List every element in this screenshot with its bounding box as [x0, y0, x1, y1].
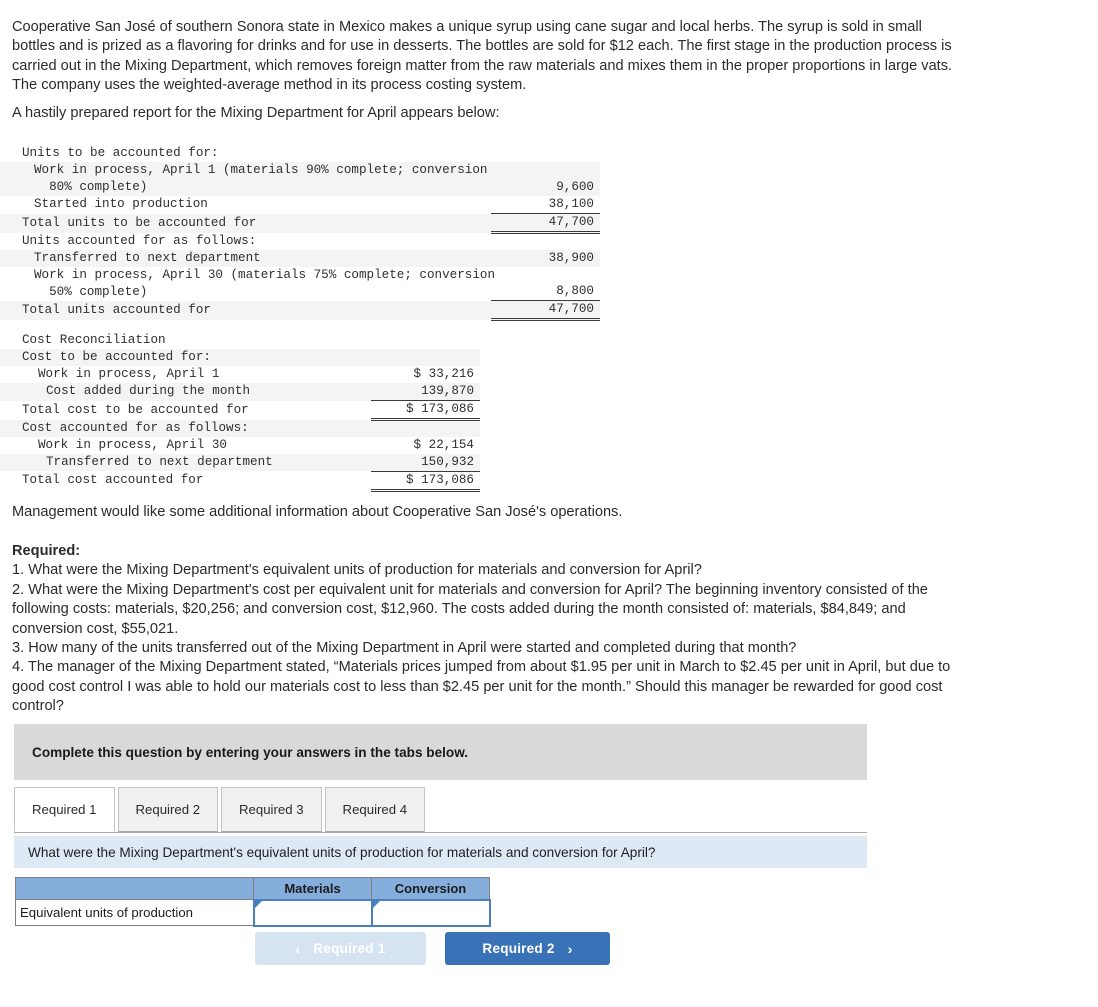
nav-buttons: ‹ Required 1 Required 2 › — [255, 932, 610, 965]
exhibit-row-value: 150,932 — [370, 453, 480, 472]
exhibit-row-label: Cost to be accounted for: — [0, 349, 371, 366]
exhibit-row-label: Work in process, April 1 (materials 90% … — [0, 162, 491, 196]
answer-grid-corner-header — [15, 877, 254, 900]
tab-label: Required 4 — [342, 802, 408, 817]
report-intro-paragraph: A hastily prepared report for the Mixing… — [12, 105, 500, 121]
required-item-4: 4. The manager of the Mixing Department … — [12, 659, 951, 715]
next-requirement-label: Required 2 — [482, 941, 555, 956]
tab-required-4[interactable]: Required 4 — [324, 787, 426, 832]
answer-grid-column-header-1: Materials — [253, 877, 372, 900]
exhibit-row-label: Transferred to next department — [0, 249, 491, 267]
question-prompt-banner: What were the Mixing Department's equiva… — [14, 836, 867, 868]
exhibit-row-value: 38,100 — [490, 196, 600, 214]
exhibit-row-label: Total cost accounted for — [22, 473, 204, 487]
exhibit-row: Units to be accounted for: — [0, 145, 600, 162]
required-item-2: 2. What were the Mixing Department's cos… — [12, 581, 928, 637]
exhibit-row-value — [491, 145, 600, 162]
prev-requirement-label: Required 1 — [313, 941, 386, 956]
materials-input[interactable] — [254, 900, 371, 925]
exhibit-row: Work in process, April 30 (materials 75%… — [0, 266, 600, 301]
exhibit-row-label: Transferred to next department — [0, 453, 371, 471]
exhibit-row: Cost Reconciliation — [0, 332, 480, 349]
exhibit-row-label: Total cost to be accounted for — [22, 402, 249, 417]
exhibit-row-value: $ 173,086 — [370, 400, 480, 421]
answer-grid-row: Equivalent units of production — [15, 898, 491, 927]
required-item-1: 1. What were the Mixing Department's equ… — [12, 562, 702, 579]
exhibit-row: Work in process, April 1 (materials 90% … — [0, 162, 600, 196]
chevron-right-icon: › — [567, 940, 573, 957]
required-block: Required: 1. What were the Mixing Depart… — [12, 542, 964, 717]
requirement-tab-strip: Required 1 Required 2 Required 3 Required 4 — [14, 787, 867, 833]
exhibit-row-label: Units accounted for as follows: — [22, 233, 257, 248]
exhibit-row-label: Work in process, April 30 — [38, 437, 227, 452]
exhibit-row-label: Cost Reconciliation — [22, 333, 166, 347]
cost-exhibit-body: Cost Reconciliation Cost to be accounted … — [0, 332, 480, 492]
exhibit-row-value: 139,870 — [370, 383, 480, 401]
tab-label: Required 1 — [32, 802, 97, 817]
exhibit-row: Cost added during the month 139,870 — [0, 383, 480, 401]
answer-grid-head: Materials Conversion — [15, 877, 490, 900]
exhibit-row: Work in process, April 1 $ 33,216 — [0, 366, 480, 383]
exhibit-row: Units accounted for as follows: — [0, 233, 600, 250]
exhibit-row-value: 47,700 — [490, 213, 600, 234]
answer-grid-header-row: Materials Conversion — [15, 877, 490, 900]
exhibit-row-value — [370, 349, 480, 366]
exhibit-row: Total cost to be accounted for $ 173,086 — [0, 400, 480, 421]
question-prompt-text: What were the Mixing Department's equiva… — [28, 844, 656, 860]
instruction-banner: Complete this question by entering your … — [14, 724, 867, 780]
exhibit-row-value — [371, 332, 480, 349]
tab-required-3[interactable]: Required 3 — [221, 787, 322, 832]
required-items: 1. What were the Mixing Department's equ… — [12, 561, 964, 716]
units-reconciliation-exhibit: Units to be accounted for: Work in proces… — [0, 145, 600, 321]
tab-label: Required 3 — [239, 802, 304, 817]
exhibit-row: Cost accounted for as follows: — [0, 419, 480, 437]
tab-required-2[interactable]: Required 2 — [117, 787, 219, 832]
exhibit-row-label: Work in process, April 30 (materials 75%… — [34, 267, 496, 299]
exhibit-row-value: 38,900 — [490, 249, 600, 267]
exhibit-row: Transferred to next department 38,900 — [0, 249, 600, 267]
exhibit-row: Transferred to next department 150,932 — [0, 453, 480, 472]
instruction-banner-text: Complete this question by entering your … — [32, 744, 469, 760]
required-item-3: 3. How many of the units transferred out… — [12, 640, 797, 657]
conversion-input-cell[interactable] — [370, 898, 491, 927]
exhibit-row-value — [370, 419, 480, 437]
exhibit-row-label: Cost accounted for as follows: — [0, 419, 371, 437]
prev-requirement-button[interactable]: ‹ Required 1 — [255, 932, 426, 965]
required-heading: Required: — [12, 543, 81, 559]
next-requirement-button[interactable]: Required 2 › — [445, 932, 610, 965]
tab-required-1[interactable]: Required 1 — [14, 787, 115, 832]
exhibit-row: Work in process, April 30 $ 22,154 — [0, 437, 480, 454]
chevron-left-icon: ‹ — [295, 940, 301, 957]
exhibit-row: Total units accounted for 47,700 — [0, 300, 600, 321]
exhibit-row-value: 47,700 — [490, 300, 600, 321]
exhibit-row-value: $ 33,216 — [413, 367, 474, 381]
management-note-paragraph: Management would like some additional in… — [12, 504, 623, 520]
exhibit-row-label: Started into production — [34, 197, 208, 212]
units-exhibit-body: Units to be accounted for: Work in proces… — [0, 145, 600, 321]
answer-grid-row-label: Equivalent units of production — [15, 899, 254, 926]
exhibit-row-value: 9,600 — [490, 162, 600, 196]
exercise-page: Cooperative San José of southern Sonora … — [0, 0, 1098, 1007]
intro-paragraph: Cooperative San José of southern Sonora … — [12, 19, 953, 94]
materials-input-cell[interactable] — [252, 898, 373, 927]
exhibit-row: Total cost accounted for $ 173,086 — [0, 471, 480, 492]
cost-reconciliation-exhibit: Cost Reconciliation Cost to be accounted … — [0, 332, 480, 492]
exhibit-row-value: $ 22,154 — [413, 437, 474, 452]
exhibit-row: Started into production 38,100 — [0, 196, 600, 214]
exhibit-row-label: Units to be accounted for: — [22, 146, 219, 160]
answer-grid-column-header-2: Conversion — [371, 877, 490, 900]
exhibit-row-label: Work in process, April 1 — [38, 367, 220, 381]
exhibit-row: Total units to be accounted for 47,700 — [0, 213, 600, 234]
exhibit-row-value: 8,800 — [490, 266, 600, 301]
exhibit-row-value — [491, 233, 600, 250]
exhibit-row-value: $ 173,086 — [370, 471, 480, 492]
conversion-input[interactable] — [372, 900, 489, 925]
exhibit-row-label: Total units accounted for — [0, 300, 491, 320]
answer-grid: Materials Conversion Equivalent units of … — [15, 877, 491, 927]
exhibit-row: Cost to be accounted for: — [0, 349, 480, 366]
exhibit-row-label: Cost added during the month — [0, 383, 371, 401]
exhibit-row-label: Total units to be accounted for — [0, 213, 491, 233]
tab-label: Required 2 — [135, 802, 201, 817]
answer-grid-body: Equivalent units of production — [15, 898, 491, 927]
